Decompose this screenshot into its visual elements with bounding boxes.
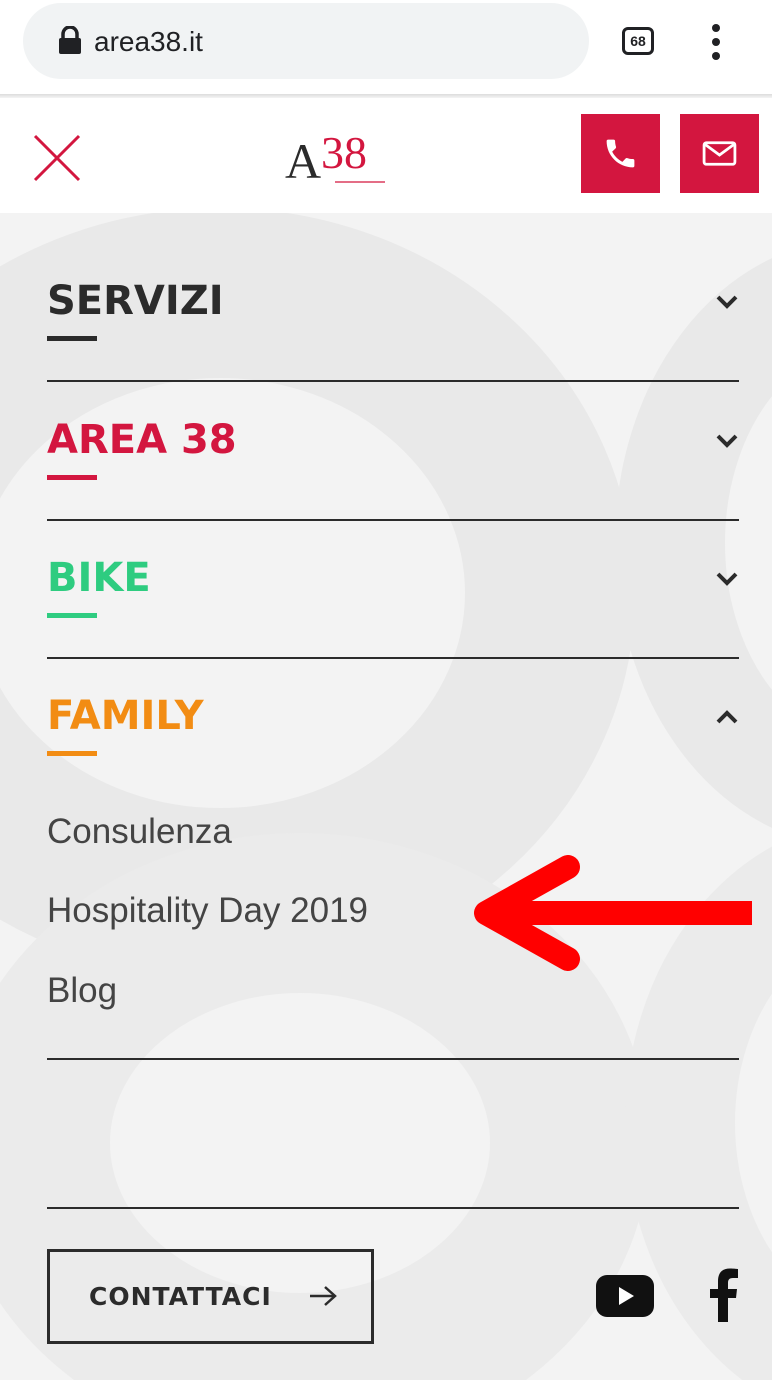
contact-button-label: CONTATTACI <box>89 1282 272 1311</box>
annotation-arrow <box>474 855 752 971</box>
menu-divider <box>47 519 739 521</box>
navigation-menu <box>0 213 772 1380</box>
contact-button[interactable]: CONTATTACI <box>47 1249 374 1344</box>
submenu-item-blog[interactable]: Blog <box>47 969 117 1013</box>
menu-divider <box>47 657 739 659</box>
title-underline <box>47 751 97 756</box>
chevron-down-icon[interactable] <box>715 433 739 449</box>
phone-icon <box>606 139 635 168</box>
section-title: SERVIZI <box>47 278 224 324</box>
menu-section-area-38[interactable]: AREA 38 <box>47 415 739 485</box>
facebook-icon[interactable] <box>710 1268 738 1322</box>
menu-section-servizi[interactable]: SERVIZI <box>47 276 739 346</box>
chevron-down-icon[interactable] <box>715 571 739 587</box>
menu-divider <box>47 380 739 382</box>
site-logo[interactable]: A 38 <box>285 128 395 188</box>
menu-section-family[interactable]: FAMILY <box>47 691 739 761</box>
section-title: AREA 38 <box>47 417 237 463</box>
background-watermark <box>0 213 772 1380</box>
title-underline <box>47 336 97 341</box>
browser-toolbar: area38.it 68 <box>0 0 772 96</box>
mail-button[interactable] <box>680 114 759 193</box>
mail-icon <box>702 141 737 166</box>
lock-icon <box>59 26 81 54</box>
url-text[interactable]: area38.it <box>94 22 203 62</box>
arrow-right-icon <box>310 1286 337 1306</box>
chevron-up-icon[interactable] <box>715 709 739 725</box>
kebab-menu-icon[interactable] <box>711 24 721 60</box>
section-title: FAMILY <box>47 693 204 739</box>
menu-divider <box>47 1058 739 1060</box>
close-icon[interactable] <box>33 134 81 182</box>
submenu-item-consulenza[interactable]: Consulenza <box>47 810 232 854</box>
title-underline <box>47 475 97 480</box>
menu-section-bike[interactable]: BIKE <box>47 553 739 623</box>
section-title: BIKE <box>47 555 151 601</box>
title-underline <box>47 613 97 618</box>
submenu-item-hospitality-day[interactable]: Hospitality Day 2019 <box>47 889 368 933</box>
svg-text:A: A <box>285 133 321 188</box>
phone-button[interactable] <box>581 114 660 193</box>
tabs-count-button[interactable]: 68 <box>622 27 654 55</box>
youtube-icon[interactable] <box>596 1275 654 1317</box>
svg-text:38: 38 <box>321 128 367 178</box>
chevron-down-icon[interactable] <box>715 294 739 310</box>
menu-divider <box>47 1207 739 1209</box>
